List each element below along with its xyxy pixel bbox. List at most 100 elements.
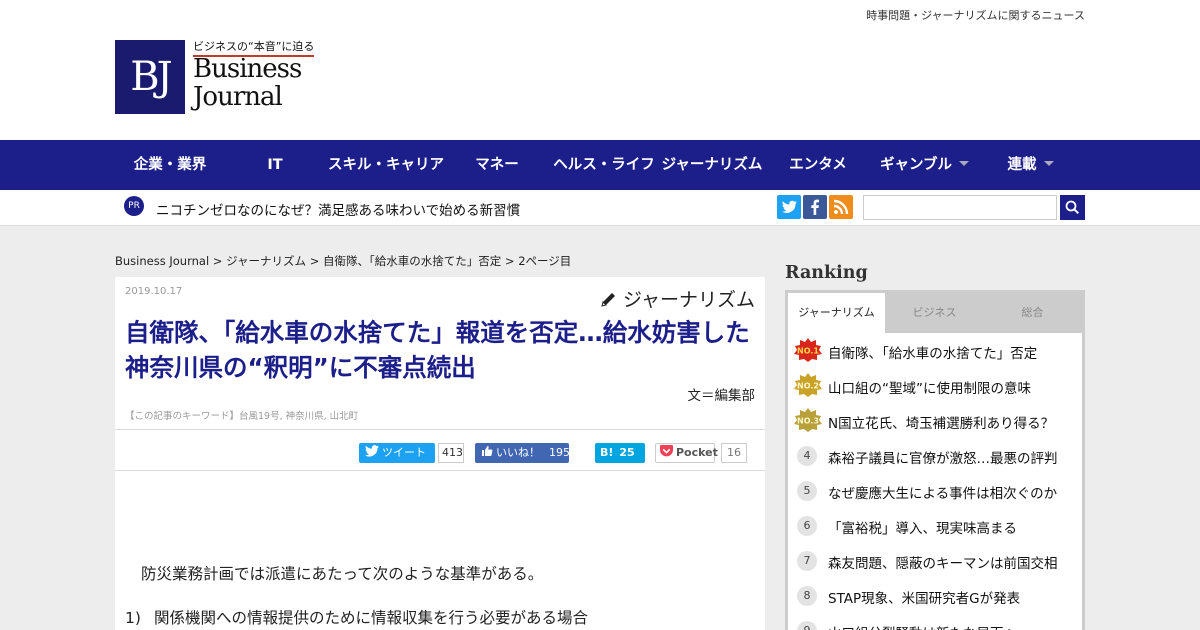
breadcrumb-item-category[interactable]: ジャーナリズム: [226, 254, 306, 268]
pocket-label: Pocket: [676, 446, 718, 459]
ranking-list: NO.1 自衛隊、「給水車の水捨てた」否定 NO.2 山口組の“聖域”に使用制限…: [788, 333, 1082, 630]
nav-label: ギャンブル: [879, 157, 953, 173]
ranking-item-8[interactable]: 8 STAP現象、米国研究者Gが発表: [788, 578, 1082, 613]
nav-label: マネー: [475, 157, 519, 173]
twitter-icon[interactable]: [777, 195, 801, 219]
site-logo[interactable]: BJ ビジネスの“本音”に迫る Business Journal: [115, 38, 315, 118]
rss-icon[interactable]: [829, 195, 853, 219]
article-date: 2019.10.17: [125, 286, 183, 297]
ranking-item-text: 「富裕税」導入、現実味高まる: [828, 521, 1017, 537]
nav-label: エンタメ: [789, 157, 847, 173]
ranking-item-text: STAP現象、米国研究者Gが発表: [828, 591, 1021, 607]
tab-journalism[interactable]: ジャーナリズム: [788, 293, 885, 333]
site-header: 時事問題・ジャーナリズムに関するニュース BJ ビジネスの“本音”に迫る Bus…: [0, 0, 1200, 140]
pr-bar: PR ニコチンゼロなのになぜ？満足感ある味わいで始める新習慣: [0, 190, 1200, 226]
rank-2-badge-icon: NO.2: [794, 373, 822, 397]
list-text: 関係機関への情報提供のために情報収集を行う必要がある場合: [154, 609, 589, 627]
search-icon: [1065, 200, 1080, 215]
nav-item-career[interactable]: スキル・キャリア: [322, 140, 450, 190]
like-count: 195: [549, 446, 570, 459]
nav-label: ヘルス・ライフ: [553, 157, 655, 173]
pencil-icon: [601, 293, 615, 307]
chevron-down-icon: [1043, 161, 1054, 166]
rank-number: 6: [797, 516, 817, 536]
search-button[interactable]: [1060, 195, 1085, 220]
rank-number: 4: [797, 446, 817, 466]
nav-label: 企業・業界: [133, 157, 207, 173]
rank-number: 9: [797, 621, 817, 630]
tab-overall[interactable]: 総合: [984, 293, 1081, 333]
list-number: 1): [125, 609, 141, 627]
article-title: 自衛隊、「給水車の水捨てた」報道を否定…給水妨害した神奈川県の“釈明”に不審点続…: [125, 318, 750, 382]
nav-item-health[interactable]: ヘルス・ライフ: [550, 140, 658, 190]
ranking-item-text: N国立花氏、埼玉補選勝利あり得る？: [828, 416, 1055, 432]
nav-label: IT: [267, 157, 283, 173]
nav-item-it[interactable]: IT: [245, 140, 305, 190]
nav-item-gamble[interactable]: ギャンブル: [872, 140, 977, 190]
search-input[interactable]: [863, 195, 1057, 220]
article-keywords: 【この記事のキーワード】台風19号, 神奈川県, 山北町: [125, 411, 359, 422]
facebook-icon[interactable]: [803, 195, 827, 219]
breadcrumb-separator: >: [504, 254, 515, 268]
hatena-bookmark-button[interactable]: B! 25: [595, 443, 645, 463]
ranking-item-text: 自衛隊、「給水車の水捨てた」否定: [828, 346, 1038, 362]
chevron-down-icon: [959, 161, 970, 166]
article-author: 文＝編集部: [687, 388, 756, 404]
ranking-item-9[interactable]: 9 山口組分裂騒動は新たな局面へ: [788, 613, 1082, 630]
like-button[interactable]: いいね！ 195: [475, 443, 570, 463]
logo-line-business: Business: [193, 54, 302, 84]
ranking-item-2[interactable]: NO.2 山口組の“聖域”に使用制限の意味: [788, 368, 1082, 403]
rank-3-badge-icon: NO.3: [794, 408, 822, 432]
ranking-heading: Ranking: [785, 263, 868, 283]
pr-link[interactable]: ニコチンゼロなのになぜ？満足感ある味わいで始める新習慣: [156, 199, 520, 219]
article-list-item: 1) 関係機関への情報提供のために情報収集を行う必要がある場合: [125, 606, 588, 628]
ranking-item-text: 森裕子議員に官僚が激怒…最悪の評判: [828, 451, 1058, 467]
tweet-button[interactable]: ツイート: [359, 443, 435, 463]
ranking-item-text: 森友問題、隠蔽のキーマンは前国交相: [828, 556, 1058, 572]
nav-item-business[interactable]: 企業・業界: [120, 140, 220, 190]
nav-item-money[interactable]: マネー: [467, 140, 527, 190]
tweet-count: 413: [438, 443, 464, 463]
nav-label: スキル・キャリア: [328, 157, 444, 173]
ranking-item-6[interactable]: 6 「富裕税」導入、現実味高まる: [788, 508, 1082, 543]
main-nav: 企業・業界 IT スキル・キャリア マネー ヘルス・ライフ ジャーナリズム エン…: [0, 140, 1200, 190]
share-bar: ツイート 413 いいね！ 195 B! 25 Pocket 16: [115, 429, 765, 471]
like-label: いいね！: [496, 446, 540, 459]
hatena-label: B!: [600, 446, 614, 459]
hatena-count: 25: [619, 446, 635, 459]
ranking-item-5[interactable]: 5 なぜ慶應大生による事件は相次ぐのか: [788, 473, 1082, 508]
breadcrumb-item-home[interactable]: Business Journal: [115, 254, 209, 268]
article-category[interactable]: ジャーナリズム: [599, 285, 755, 312]
logo-mark: BJ: [115, 40, 185, 114]
pocket-button[interactable]: Pocket: [655, 443, 718, 463]
ranking-item-text: 山口組の“聖域”に使用制限の意味: [828, 381, 1031, 397]
rank-1-badge-icon: NO.1: [794, 338, 822, 362]
rank-number: 7: [797, 551, 817, 571]
logo-wordmark: Business Journal: [193, 54, 302, 112]
ranking-item-7[interactable]: 7 森友問題、隠蔽のキーマンは前国交相: [788, 543, 1082, 578]
nav-item-journalism[interactable]: ジャーナリズム: [660, 140, 764, 190]
pocket-icon: [660, 445, 673, 457]
nav-label: 連載: [1007, 157, 1037, 173]
ranking-item-text: なぜ慶應大生による事件は相次ぐのか: [828, 486, 1058, 502]
breadcrumb-separator: >: [309, 254, 320, 268]
pr-badge: PR: [124, 196, 144, 216]
ranking-item-text: 山口組分裂騒動は新たな局面へ: [828, 622, 1078, 630]
breadcrumb-item-article[interactable]: 自衛隊、「給水車の水捨てた」否定: [323, 254, 501, 268]
ranking-item-4[interactable]: 4 森裕子議員に官僚が激怒…最悪の評判: [788, 438, 1082, 473]
thumbs-up-icon: [482, 446, 493, 456]
site-tagline: 時事問題・ジャーナリズムに関するニュース: [866, 9, 1085, 22]
nav-item-series[interactable]: 連載: [998, 140, 1063, 190]
article-paragraph: 防災業務計画では派遣にあたって次のような基準がある。: [141, 565, 544, 583]
pocket-count: 16: [721, 443, 747, 463]
nav-item-entertainment[interactable]: エンタメ: [783, 140, 853, 190]
ranking-item-1[interactable]: NO.1 自衛隊、「給水車の水捨てた」否定: [788, 333, 1082, 368]
tab-business[interactable]: ビジネス: [886, 293, 983, 333]
logo-line-journal: Journal: [193, 82, 283, 112]
breadcrumb: Business Journal > ジャーナリズム > 自衛隊、「給水車の水捨…: [115, 253, 571, 269]
nav-label: ジャーナリズム: [661, 157, 763, 173]
ranking-item-3[interactable]: NO.3 N国立花氏、埼玉補選勝利あり得る？: [788, 403, 1082, 438]
breadcrumb-item-page: 2ページ目: [518, 254, 572, 268]
rank-badge-label: NO.2: [797, 382, 819, 391]
ranking-panel: ジャーナリズム ビジネス 総合 NO.1 自衛隊、「給水車の水捨てた」否定 NO…: [785, 290, 1085, 630]
